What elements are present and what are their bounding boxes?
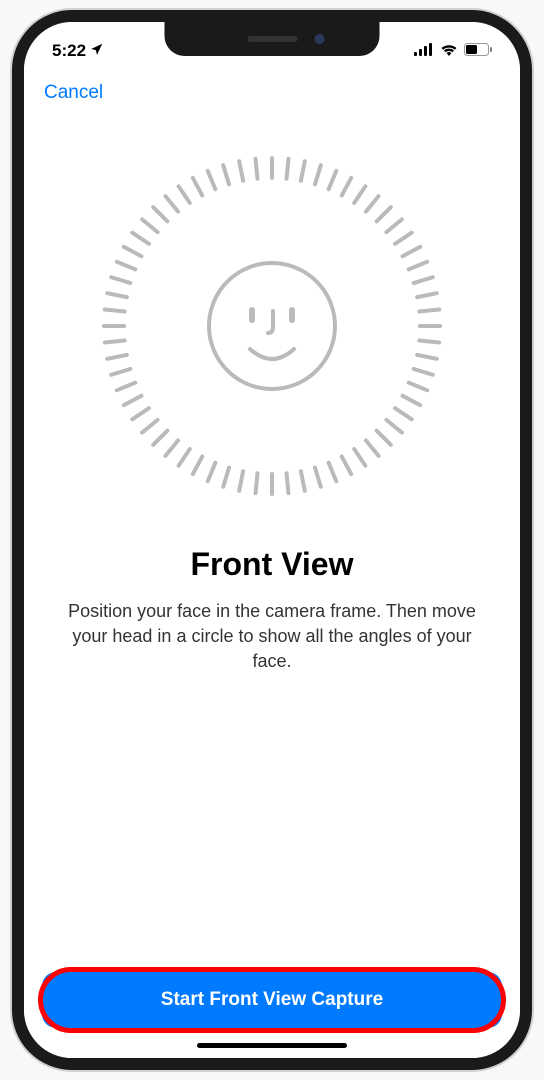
instruction-description: Position your face in the camera frame. … [64, 599, 480, 675]
face-eye-right-icon [289, 307, 295, 323]
screen: 5:22 [24, 22, 520, 1058]
face-smile-icon [244, 345, 300, 365]
face-progress-ring [102, 156, 442, 496]
wifi-icon [440, 41, 458, 61]
phone-frame: 5:22 [12, 10, 532, 1070]
front-camera-dot [315, 34, 325, 44]
speaker-grille [247, 36, 297, 42]
status-time: 5:22 [52, 41, 86, 61]
status-bar-right [414, 41, 492, 61]
face-eye-left-icon [249, 307, 255, 323]
home-indicator[interactable] [197, 1043, 347, 1048]
face-icon [207, 261, 337, 391]
status-bar-left: 5:22 [52, 41, 104, 61]
page-title: Front View [64, 546, 480, 583]
instruction-text-block: Front View Position your face in the cam… [24, 526, 520, 695]
start-capture-button[interactable]: Start Front View Capture [42, 972, 502, 1028]
cellular-signal-icon [414, 41, 434, 61]
cancel-button[interactable]: Cancel [44, 82, 103, 104]
face-nose-icon [265, 309, 279, 337]
navigation-bar: Cancel [24, 70, 520, 116]
battery-icon [464, 41, 492, 61]
device-notch [165, 22, 380, 56]
face-enrollment-area [24, 116, 520, 526]
location-services-icon [90, 41, 104, 61]
